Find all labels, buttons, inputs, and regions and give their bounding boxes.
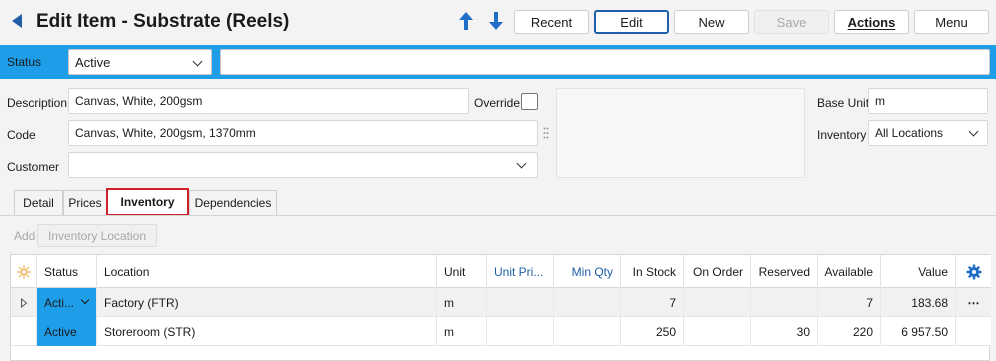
status-note-field[interactable] — [220, 49, 990, 75]
value-cell[interactable]: 6 957.50 — [881, 317, 956, 346]
code-field[interactable]: Canvas, White, 200gsm, 1370mm — [68, 120, 538, 146]
unit-cell[interactable]: m — [437, 288, 487, 317]
new-button[interactable]: New — [674, 10, 749, 34]
description-label: Description — [7, 96, 68, 110]
chevron-down-icon — [968, 126, 979, 137]
inventory-grid: Status Location Unit Unit Pri... Min Qty… — [10, 254, 991, 361]
on-order-cell[interactable] — [684, 288, 751, 317]
location-cell[interactable]: Factory (FTR) — [97, 288, 437, 317]
inventory-select[interactable]: All Locations — [868, 120, 988, 146]
actions-button[interactable]: Actions — [834, 10, 909, 34]
expand-arrow-icon — [20, 297, 27, 308]
col-status[interactable]: Status — [37, 255, 97, 288]
unit-cell[interactable]: m — [437, 317, 487, 346]
override-checkbox[interactable] — [521, 93, 538, 110]
col-on-order[interactable]: On Order — [684, 255, 751, 288]
menu-button[interactable]: Menu — [914, 10, 989, 34]
notes-area[interactable] — [556, 88, 805, 178]
status-cell[interactable]: Active — [37, 317, 97, 346]
col-value[interactable]: Value — [881, 255, 956, 288]
min-qty-cell[interactable] — [554, 317, 621, 346]
in-stock-cell[interactable]: 250 — [621, 317, 684, 346]
col-min-qty[interactable]: Min Qty — [554, 255, 621, 288]
page-title: Edit Item - Substrate (Reels) — [36, 11, 290, 32]
customer-label: Customer — [7, 160, 60, 174]
arrow-down-icon[interactable] — [487, 11, 505, 31]
arrow-up-icon[interactable] — [457, 11, 475, 31]
available-cell[interactable]: 220 — [818, 317, 881, 346]
gear-icon — [966, 264, 981, 279]
customer-select[interactable] — [68, 152, 538, 178]
code-label: Code — [7, 128, 36, 142]
unit-price-cell[interactable] — [487, 317, 554, 346]
col-available[interactable]: Available — [818, 255, 881, 288]
status-label: Status — [7, 55, 42, 69]
chevron-down-icon — [80, 295, 90, 305]
description-field[interactable]: Canvas, White, 200gsm — [68, 88, 469, 114]
col-in-stock[interactable]: In Stock — [621, 255, 684, 288]
row-expander[interactable] — [11, 288, 37, 317]
more-options-icon[interactable]: ⋯ — [956, 288, 991, 317]
column-settings[interactable] — [956, 255, 991, 288]
available-cell[interactable]: 7 — [818, 288, 881, 317]
base-unit-label: Base Unit — [817, 96, 870, 110]
col-reserved[interactable]: Reserved — [751, 255, 818, 288]
inventory-location-button[interactable]: Inventory Location — [37, 224, 157, 247]
table-row[interactable]: Active Storeroom (STR) m 250 30 220 6 95… — [11, 317, 991, 346]
table-row[interactable]: Acti... Factory (FTR) m 7 7 183.68 ⋯ — [11, 288, 991, 317]
status-bar: Status Active — [0, 45, 996, 79]
tab-divider — [0, 215, 996, 216]
chevron-down-icon — [192, 56, 203, 67]
inventory-label: Inventory — [817, 128, 867, 142]
sun-icon — [17, 265, 30, 278]
save-button[interactable]: Save — [754, 10, 829, 34]
back-arrow-icon[interactable] — [12, 14, 22, 28]
grid-header: Status Location Unit Unit Pri... Min Qty… — [11, 255, 991, 288]
col-unit[interactable]: Unit — [437, 255, 487, 288]
status-value: Active — [75, 54, 111, 70]
status-cell-value: Acti... — [44, 295, 75, 310]
add-label[interactable]: Add — [14, 229, 35, 243]
on-order-cell[interactable] — [684, 317, 751, 346]
resize-grip-icon[interactable] — [543, 127, 549, 139]
grid-settings-corner[interactable] — [11, 255, 37, 288]
reserved-cell[interactable] — [751, 288, 818, 317]
row-expander-empty — [11, 317, 37, 346]
chevron-down-icon — [516, 158, 527, 169]
tab-detail[interactable]: Detail — [14, 190, 63, 215]
inventory-value: All Locations — [875, 126, 944, 140]
unit-price-cell[interactable] — [487, 288, 554, 317]
tab-inventory[interactable]: Inventory — [106, 188, 189, 216]
location-cell[interactable]: Storeroom (STR) — [97, 317, 437, 346]
status-select[interactable]: Active — [68, 49, 212, 75]
tab-dependencies[interactable]: Dependencies — [189, 190, 277, 215]
min-qty-cell[interactable] — [554, 288, 621, 317]
override-label: Override — [474, 96, 521, 110]
base-unit-field[interactable]: m — [868, 88, 988, 114]
col-location[interactable]: Location — [97, 255, 437, 288]
in-stock-cell[interactable]: 7 — [621, 288, 684, 317]
edit-button[interactable]: Edit — [594, 10, 669, 34]
tab-prices[interactable]: Prices — [63, 190, 107, 215]
recent-button[interactable]: Recent — [514, 10, 589, 34]
reserved-cell[interactable]: 30 — [751, 317, 818, 346]
title-bar: Edit Item - Substrate (Reels) Recent Edi… — [0, 0, 996, 44]
value-cell[interactable]: 183.68 — [881, 288, 956, 317]
col-unit-price[interactable]: Unit Pri... — [487, 255, 554, 288]
more-options-empty — [956, 317, 991, 346]
edit-item-window: Edit Item - Substrate (Reels) Recent Edi… — [0, 0, 996, 361]
status-cell[interactable]: Acti... — [37, 288, 97, 317]
